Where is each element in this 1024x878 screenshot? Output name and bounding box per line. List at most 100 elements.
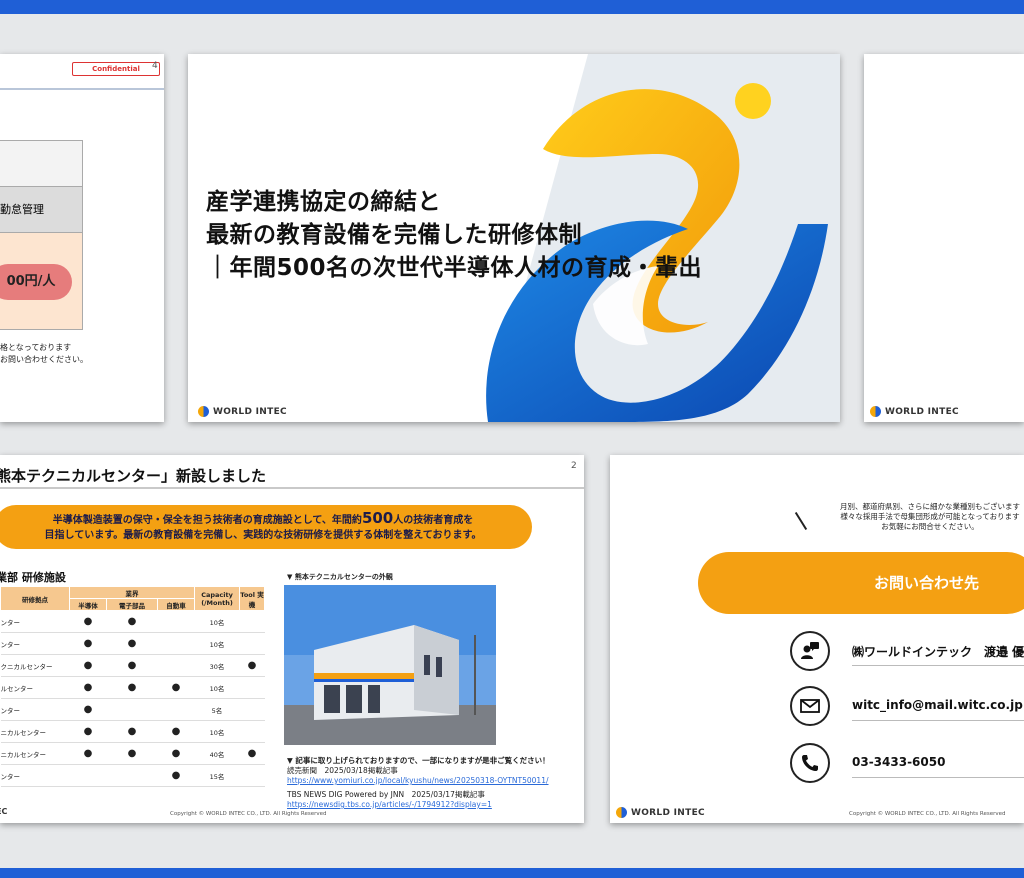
table-cell-tool: ● — [239, 742, 265, 765]
table-cell-elec: ● — [106, 720, 158, 743]
pricing-note: 格となっております お問い合わせください。 — [0, 342, 88, 366]
intro-line: 様々な採用手法で母集団形成が可能となっております — [840, 512, 1020, 521]
table-cell-tool — [239, 764, 265, 787]
table-cell-name: ンター — [0, 764, 70, 787]
company-logo: WORLD INTEC — [198, 406, 287, 417]
table-cell-name: ンター — [0, 698, 70, 721]
photo-caption: ▼ 熊本テクニカルセンターの外観 — [287, 573, 393, 581]
table-cell-tool — [239, 632, 265, 655]
table-cell-name: ンター — [0, 632, 70, 655]
phone-icon — [790, 743, 830, 783]
table-cell-auto — [157, 698, 195, 721]
table-row: ンター ● 5名 — [0, 698, 265, 721]
slide-hero[interactable]: 産学連携協定の締結と 最新の教育設備を完備した研修体制 ｜年間500名の次世代半… — [188, 54, 840, 422]
table-cell-cap: 10名 — [194, 610, 240, 633]
table-cell-auto: ● — [157, 764, 195, 787]
table-cell-semi: ● — [69, 698, 107, 721]
table-cell-semi: ● — [69, 742, 107, 765]
table-cell-cap: 40名 — [194, 742, 240, 765]
table-row: ンター ● ● 10名 — [0, 610, 265, 633]
slide-technical-center[interactable]: 熊本テクニカルセンター」新設しました 2 半導体製造装置の保守・保全を担う技術者… — [0, 455, 584, 823]
divider — [0, 88, 164, 90]
source-label: 読売新聞 2025/03/18掲載記事 — [287, 766, 398, 775]
intro-line: お気軽にお問合せください。 — [881, 522, 979, 531]
source-link[interactable]: https://www.yomiuri.co.jp/local/kyushu/n… — [287, 776, 550, 786]
table-cell-tool — [239, 610, 265, 633]
summary-banner: 半導体製造装置の保守・保全を担う技術者の育成施設として、年間約500人の技術者育… — [0, 505, 532, 549]
table-cell-semi: ● — [69, 720, 107, 743]
divider — [0, 487, 584, 489]
table-cell — [0, 140, 83, 188]
table-row: ンター ● ● 10名 — [0, 632, 265, 655]
table-cell-tool — [239, 698, 265, 721]
page-number: 2 — [571, 461, 577, 471]
intro-line: 月別、都道府県別、さらに細かな業種別もございます — [840, 502, 1020, 511]
table-cell-auto: ● — [157, 742, 195, 765]
col-header-tool: Tool 実機 — [239, 586, 265, 611]
slide-pricing-partial[interactable]: Confidential 4 勤怠管理 00円/人 格となっております お問い合… — [0, 54, 164, 422]
table-cell-elec: ● — [106, 654, 158, 677]
slide-right-partial[interactable]: WORLD INTEC — [864, 54, 1024, 422]
table-cell-tool: ● — [239, 654, 265, 677]
table-cell-elec — [106, 698, 158, 721]
table-cell-cap: 10名 — [194, 632, 240, 655]
col-header-semiconductor: 半導体 — [69, 598, 107, 611]
table-cell-name: ニカルセンター — [0, 742, 70, 765]
table-row: ニカルセンター ● ● ● 10名 — [0, 720, 265, 743]
logo-mark-icon — [198, 406, 209, 417]
table-cell-name: ンター — [0, 610, 70, 633]
slide-contact[interactable]: 月別、都道府県別、さらに細かな業種別もございます 様々な採用手法で母集団形成が可… — [610, 455, 1024, 823]
table-cell-tool — [239, 676, 265, 699]
underline — [852, 720, 1024, 721]
col-header-industry: 業界 — [69, 586, 195, 599]
source-label: TBS NEWS DIG Powered by JNN 2025/03/17掲載… — [287, 790, 485, 799]
mail-icon — [790, 686, 830, 726]
price-pill: 00円/人 — [0, 264, 72, 300]
banner-text: 半導体製造装置の保守・保全を担う技術者の育成施設として、年間約 — [52, 515, 362, 526]
table-row: ニカルセンター ● ● ● 40名 ● — [0, 742, 265, 765]
underline — [852, 777, 1024, 778]
facility-table: 研修拠点 業界 Capacity (/Month) Tool 実機 半導体 電子… — [0, 586, 265, 787]
table-cell-elec: ● — [106, 676, 158, 699]
top-border — [0, 0, 1024, 14]
contact-person-row: ㈱ワールドインテック 渡邉 優 — [790, 631, 1024, 673]
col-header-electronics: 電子部品 — [106, 598, 158, 611]
table-cell-name: クニカルセンター — [0, 654, 70, 677]
contact-heading: お問い合わせ先 — [698, 552, 1024, 614]
table-cell-name: ルセンター — [0, 676, 70, 699]
note-line: 格となっております — [0, 343, 72, 352]
title-line: ｜年間500名の次世代半導体人材の育成・輩出 — [206, 255, 703, 281]
person-chat-icon — [790, 631, 830, 671]
table-row: クニカルセンター ● ● 30名 ● — [0, 654, 265, 677]
email-address[interactable]: witc_info@mail.witc.co.jp — [852, 698, 1023, 712]
table-cell-cap: 10名 — [194, 720, 240, 743]
table-cell-semi: ● — [69, 654, 107, 677]
table-cell-semi — [69, 764, 107, 787]
table-cell-semi: ● — [69, 610, 107, 633]
table-cell-elec: ● — [106, 742, 158, 765]
table-cell-auto — [157, 632, 195, 655]
building-photo — [284, 585, 496, 745]
table-cell-auto: ● — [157, 676, 195, 699]
company-logo: WORLD INTEC — [870, 406, 959, 417]
article-note: ▼ 記事に取り上げられておりますので、一部になりますが是非ご覧ください！ 読売新… — [287, 756, 550, 810]
col-header-capacity: Capacity (/Month) — [194, 586, 240, 611]
phone-number[interactable]: 03-3433-6050 — [852, 755, 945, 769]
table-cell-label: 勤怠管理 — [0, 186, 83, 234]
article-note-text: ▼ 記事に取り上げられておりますので、一部になりますが是非ご覧ください！ — [287, 756, 550, 765]
col-header-auto: 自動車 — [157, 598, 195, 611]
company-logo: WORLD INTEC — [616, 807, 705, 818]
logo-text: WORLD INTEC — [213, 406, 287, 417]
table-cell-cap: 10名 — [194, 676, 240, 699]
phone-row: 03-3433-6050 — [790, 743, 1024, 785]
title-line: 最新の教育設備を完備した研修体制 — [206, 222, 582, 248]
copyright: Copyright © WORLD INTEC CO., LTD. All Ri… — [170, 811, 327, 817]
logo-mark-icon — [870, 406, 881, 417]
note-line: お問い合わせください。 — [0, 355, 88, 364]
decorative-slash — [794, 511, 808, 531]
source-link[interactable]: https://newsdig.tbs.co.jp/articles/-/179… — [287, 800, 550, 810]
col-header-site: 研修拠点 — [0, 586, 70, 611]
table-cell-name: ニカルセンター — [0, 720, 70, 743]
table-cell-elec: ● — [106, 610, 158, 633]
logo-mark-icon — [616, 807, 627, 818]
